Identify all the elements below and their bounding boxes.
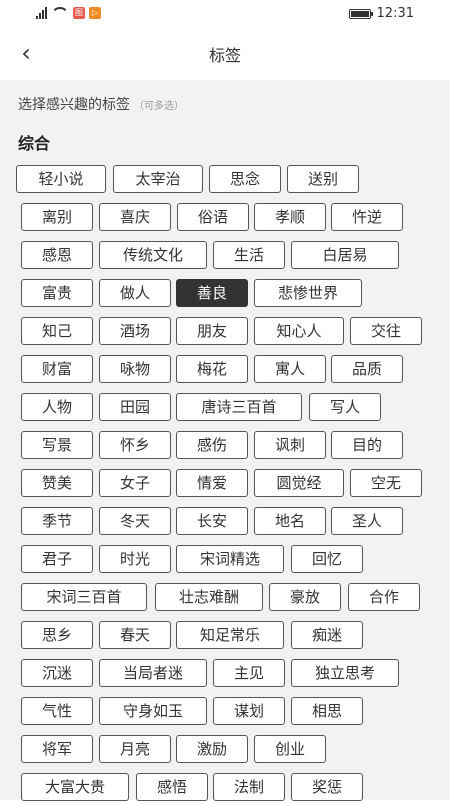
- tag-option[interactable]: 财富: [21, 355, 93, 383]
- tag-option[interactable]: 知己: [21, 317, 93, 345]
- tag-option[interactable]: 讽刺: [254, 431, 326, 459]
- app-notification-icon: 图: [73, 7, 85, 19]
- tag-option[interactable]: 宋词三百首: [21, 583, 147, 611]
- tag-option[interactable]: 传统文化: [99, 241, 207, 269]
- tag-option[interactable]: 怀乡: [99, 431, 171, 459]
- tag-option[interactable]: 情爱: [176, 469, 248, 497]
- tag-option[interactable]: 女子: [99, 469, 171, 497]
- tag-option[interactable]: 感伤: [176, 431, 248, 459]
- tag-option[interactable]: 主见: [213, 659, 285, 687]
- tag-option[interactable]: 痴迷: [291, 621, 363, 649]
- tag-option[interactable]: 富贵: [21, 279, 93, 307]
- tag-option[interactable]: 空无: [350, 469, 422, 497]
- tag-option[interactable]: 感悟: [136, 773, 208, 801]
- tag-option[interactable]: 气性: [21, 697, 93, 725]
- tag-option[interactable]: 交往: [350, 317, 422, 345]
- tag-option[interactable]: 沉迷: [21, 659, 93, 687]
- tag-option[interactable]: 忤逆: [331, 203, 403, 231]
- tag-selected[interactable]: 善良: [176, 279, 248, 307]
- tag-option[interactable]: 壮志难酬: [155, 583, 263, 611]
- tag-option[interactable]: 寓人: [254, 355, 326, 383]
- tag-option[interactable]: 守身如玉: [99, 697, 207, 725]
- tag-option[interactable]: 地名: [254, 507, 326, 535]
- battery-icon: [348, 8, 373, 19]
- tag-option[interactable]: 感恩: [21, 241, 93, 269]
- tag-option[interactable]: 圆觉经: [254, 469, 344, 497]
- tag-option[interactable]: 俗语: [177, 203, 249, 231]
- tag-option[interactable]: 白居易: [291, 241, 399, 269]
- tag-option[interactable]: 朋友: [176, 317, 248, 345]
- tag-option[interactable]: 君子: [21, 545, 93, 573]
- tag-option[interactable]: 人物: [21, 393, 93, 421]
- tag-option[interactable]: 田园: [99, 393, 171, 421]
- tag-option[interactable]: 知心人: [254, 317, 344, 345]
- tag-option[interactable]: 孝顺: [254, 203, 326, 231]
- tag-option[interactable]: 当局者迷: [99, 659, 207, 687]
- status-icons-right: 12:31: [348, 6, 414, 21]
- tag-option[interactable]: 春天: [99, 621, 171, 649]
- tag-option[interactable]: 相思: [291, 697, 363, 725]
- status-time: 12:31: [376, 6, 414, 21]
- tag-list: 轻小说 太宰治 思念 送别离别 喜庆 俗语 孝顺 忤逆感恩 传统文化 生活 白居易富贵 做人 善良 悲惨世…: [0, 80, 450, 801]
- signal-icon: [36, 7, 47, 19]
- status-icons-left: 图 ▷: [36, 7, 101, 19]
- tag-option[interactable]: 冬天: [99, 507, 171, 535]
- tag-option[interactable]: 谋划: [213, 697, 285, 725]
- tag-option[interactable]: 赞美: [21, 469, 93, 497]
- tag-option[interactable]: 品质: [331, 355, 403, 383]
- tag-option[interactable]: 圣人: [331, 507, 403, 535]
- status-bar: 图 ▷ 12:31: [0, 0, 450, 30]
- tag-option[interactable]: 写人: [309, 393, 381, 421]
- tag-option[interactable]: 生活: [213, 241, 285, 269]
- tag-option[interactable]: 写景: [21, 431, 93, 459]
- tag-option[interactable]: 做人: [99, 279, 171, 307]
- tag-option[interactable]: 悲惨世界: [254, 279, 362, 307]
- tag-option[interactable]: 创业: [254, 735, 326, 763]
- nav-bar: ‹ 标签: [0, 30, 450, 78]
- tag-option[interactable]: 思乡: [21, 621, 93, 649]
- page-title: 标签: [208, 46, 241, 65]
- tag-option[interactable]: 酒场: [99, 317, 171, 345]
- tag-option[interactable]: 咏物: [99, 355, 171, 383]
- tag-option[interactable]: 豪放: [269, 583, 341, 611]
- wifi-icon: [51, 7, 69, 19]
- tag-selection-panel: 选择感兴趣的标签 （可多选） 综合 轻小说 太宰治 思念 送别 离别 喜庆 俗语 孝顺 忤逆 感恩传…: [0, 80, 450, 801]
- tag-option[interactable]: 送别: [287, 165, 359, 193]
- tag-option[interactable]: 激励: [176, 735, 248, 763]
- tag-option[interactable]: 时光: [99, 545, 171, 573]
- tag-option[interactable]: 太宰治: [113, 165, 203, 193]
- tag-option[interactable]: 将军: [21, 735, 93, 763]
- tag-option[interactable]: 季节: [21, 507, 93, 535]
- tag-option[interactable]: 喜庆: [99, 203, 171, 231]
- tag-option[interactable]: 知足常乐: [176, 621, 284, 649]
- tag-option[interactable]: 大富大贵: [21, 773, 129, 801]
- video-app-icon: ▷: [89, 7, 101, 19]
- tag-option[interactable]: 离别: [21, 203, 93, 231]
- tag-option[interactable]: 宋词精选: [176, 545, 284, 573]
- tag-option[interactable]: 月亮: [99, 735, 171, 763]
- tag-option[interactable]: 独立思考: [291, 659, 399, 687]
- tag-option[interactable]: 长安: [176, 507, 248, 535]
- tag-option[interactable]: 唐诗三百首: [176, 393, 302, 421]
- tag-option[interactable]: 思念: [209, 165, 281, 193]
- tag-option[interactable]: 梅花: [176, 355, 248, 383]
- tag-option[interactable]: 回忆: [291, 545, 363, 573]
- tag-option[interactable]: 合作: [348, 583, 420, 611]
- tag-option[interactable]: 法制: [213, 773, 285, 801]
- tag-option[interactable]: 轻小说: [16, 165, 106, 193]
- tag-option[interactable]: 奖惩: [291, 773, 363, 801]
- tag-option[interactable]: 目的: [331, 431, 403, 459]
